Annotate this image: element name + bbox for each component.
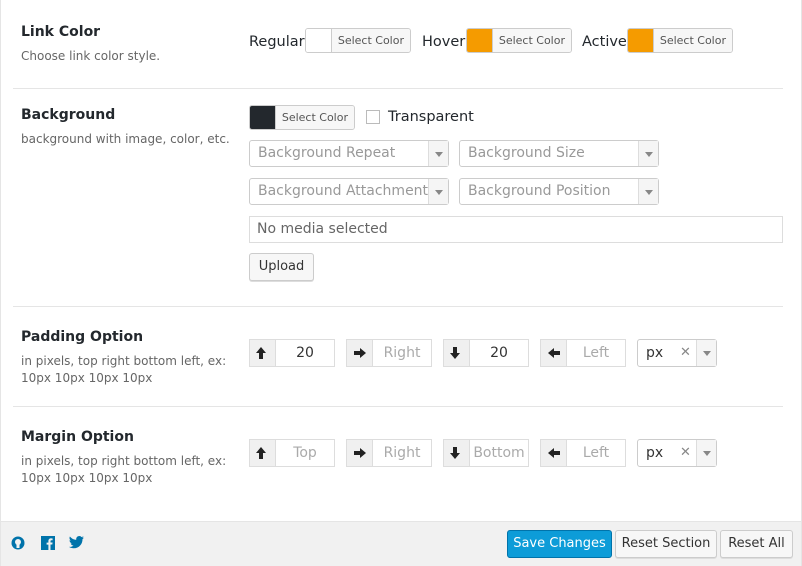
margin-left-field[interactable]: Left bbox=[540, 439, 626, 467]
divider bbox=[13, 406, 783, 407]
background-select-color-button[interactable]: Select Color bbox=[274, 106, 354, 129]
background-color-swatch bbox=[250, 106, 275, 129]
hover-color-swatch bbox=[467, 29, 492, 52]
arrow-up-icon bbox=[250, 340, 276, 366]
padding-unit-value: px bbox=[646, 345, 664, 361]
margin-right-input[interactable]: Right bbox=[373, 440, 431, 466]
hover-color-picker[interactable]: Select Color bbox=[466, 28, 572, 53]
link-color-title: Link Color bbox=[21, 24, 101, 40]
padding-unit-select[interactable]: px ✕ bbox=[637, 339, 717, 367]
clear-icon[interactable]: ✕ bbox=[680, 445, 691, 460]
transparent-label: Transparent bbox=[388, 109, 474, 125]
transparent-checkbox[interactable] bbox=[366, 110, 380, 124]
margin-right-field[interactable]: Right bbox=[346, 439, 432, 467]
background-size-select[interactable]: Background Size bbox=[459, 140, 659, 167]
regular-label: Regular bbox=[249, 34, 305, 50]
padding-top-input[interactable]: 20 bbox=[276, 340, 334, 366]
arrow-right-icon bbox=[347, 440, 373, 466]
background-color-picker[interactable]: Select Color bbox=[249, 105, 355, 130]
media-field[interactable]: No media selected bbox=[249, 216, 783, 243]
chevron-down-icon bbox=[638, 179, 658, 204]
padding-right-field[interactable]: Right bbox=[346, 339, 432, 367]
hover-select-color-button[interactable]: Select Color bbox=[491, 29, 571, 52]
background-size-placeholder: Background Size bbox=[468, 145, 585, 161]
reset-all-button[interactable]: Reset All bbox=[720, 530, 793, 558]
arrow-left-icon bbox=[541, 440, 567, 466]
arrow-down-icon bbox=[444, 340, 470, 366]
arrow-right-icon bbox=[347, 340, 373, 366]
background-repeat-select[interactable]: Background Repeat bbox=[249, 140, 449, 167]
background-attachment-select[interactable]: Background Attachment bbox=[249, 178, 449, 205]
background-repeat-placeholder: Background Repeat bbox=[258, 145, 396, 161]
margin-bottom-field[interactable]: Bottom bbox=[443, 439, 529, 467]
chevron-down-icon bbox=[696, 340, 716, 366]
margin-top-field[interactable]: Top bbox=[249, 439, 335, 467]
margin-unit-select[interactable]: px ✕ bbox=[637, 439, 717, 467]
arrow-left-icon bbox=[541, 340, 567, 366]
padding-bottom-input[interactable]: 20 bbox=[470, 340, 528, 366]
link-color-desc: Choose link color style. bbox=[21, 49, 161, 63]
margin-left-input[interactable]: Left bbox=[567, 440, 625, 466]
regular-color-swatch bbox=[306, 29, 331, 52]
facebook-icon[interactable] bbox=[41, 536, 55, 554]
active-color-picker[interactable]: Select Color bbox=[627, 28, 733, 53]
footer-bar: Save Changes Reset Section Reset All bbox=[1, 521, 801, 566]
margin-top-input[interactable]: Top bbox=[276, 440, 334, 466]
arrow-down-icon bbox=[444, 440, 470, 466]
active-label: Active bbox=[582, 34, 627, 50]
margin-unit-value: px bbox=[646, 445, 664, 461]
save-changes-button[interactable]: Save Changes bbox=[507, 530, 612, 558]
regular-select-color-button[interactable]: Select Color bbox=[330, 29, 410, 52]
chevron-down-icon bbox=[428, 141, 448, 166]
arrow-up-icon bbox=[250, 440, 276, 466]
chevron-down-icon bbox=[696, 440, 716, 466]
reset-section-button[interactable]: Reset Section bbox=[615, 530, 717, 558]
active-color-swatch bbox=[628, 29, 653, 52]
twitter-icon[interactable] bbox=[69, 536, 84, 553]
github-icon[interactable] bbox=[11, 536, 25, 554]
clear-icon[interactable]: ✕ bbox=[680, 345, 691, 360]
padding-bottom-field[interactable]: 20 bbox=[443, 339, 529, 367]
regular-color-picker[interactable]: Select Color bbox=[305, 28, 411, 53]
background-attachment-placeholder: Background Attachment bbox=[258, 183, 429, 199]
margin-bottom-input[interactable]: Bottom bbox=[470, 440, 528, 466]
margin-title: Margin Option bbox=[21, 429, 134, 445]
upload-button[interactable]: Upload bbox=[249, 253, 314, 281]
hover-label: Hover bbox=[422, 34, 466, 50]
chevron-down-icon bbox=[428, 179, 448, 204]
background-position-select[interactable]: Background Position bbox=[459, 178, 659, 205]
padding-top-field[interactable]: 20 bbox=[249, 339, 335, 367]
padding-right-input[interactable]: Right bbox=[373, 340, 431, 366]
options-panel: Link Color Choose link color style. Regu… bbox=[0, 0, 802, 566]
padding-left-input[interactable]: Left bbox=[567, 340, 625, 366]
chevron-down-icon bbox=[638, 141, 658, 166]
margin-desc: in pixels, top right bottom left, ex: 10… bbox=[21, 454, 227, 485]
background-title: Background bbox=[21, 107, 116, 123]
divider bbox=[13, 88, 783, 89]
background-position-placeholder: Background Position bbox=[468, 183, 611, 199]
active-select-color-button[interactable]: Select Color bbox=[652, 29, 732, 52]
padding-desc: in pixels, top right bottom left, ex: 10… bbox=[21, 354, 227, 385]
padding-title: Padding Option bbox=[21, 329, 144, 345]
padding-left-field[interactable]: Left bbox=[540, 339, 626, 367]
divider bbox=[13, 306, 783, 307]
background-desc: background with image, color, etc. bbox=[21, 132, 230, 146]
